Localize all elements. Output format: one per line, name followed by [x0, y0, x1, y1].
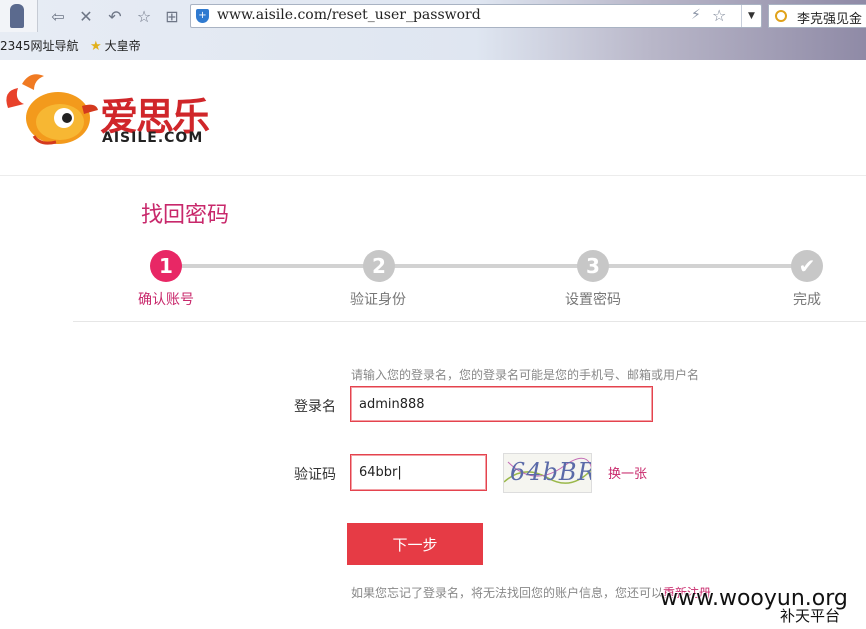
captcha-text: 64bBR — [510, 458, 592, 486]
bookmark-label: 大皇帝 — [104, 39, 141, 53]
step-2-label: 验证身份 — [350, 292, 406, 308]
logo-subtitle: AISILE.COM — [102, 130, 204, 146]
browser-chrome: ⇦ ✕ ↶ ☆ ⊞ + www.aisile.com/reset_user_pa… — [0, 0, 866, 60]
search-text[interactable]: 李克强见金 — [797, 8, 862, 27]
step-4-label: 完成 — [793, 292, 821, 308]
next-step-button[interactable]: 下一步 — [347, 523, 483, 565]
captcha-value: 64bbr — [359, 465, 398, 480]
step-connector — [180, 264, 364, 268]
username-hint: 请输入您的登录名，您的登录名可能是您的手机号、邮箱或用户名 — [351, 368, 700, 382]
footer-note: 如果您忘记了登录名，将无法找回您的账户信息，您还可以重新注册 — [351, 584, 711, 601]
bookmark-label: 2345网址导航 — [0, 39, 79, 53]
captcha-input[interactable]: 64bbr | — [350, 454, 487, 491]
step-1-circle: 1 — [150, 250, 182, 282]
step-3-label: 设置密码 — [565, 292, 621, 308]
undo-icon[interactable]: ↶ — [104, 6, 126, 26]
step-connector — [394, 264, 578, 268]
bird-mascot-icon — [6, 74, 98, 145]
address-url[interactable]: www.aisile.com/reset_user_password — [217, 7, 481, 23]
address-bar[interactable]: + www.aisile.com/reset_user_password ⚡ ☆… — [190, 4, 762, 28]
page-title: 找回密码 — [141, 203, 230, 228]
captcha-label: 验证码 — [294, 467, 336, 483]
lightning-icon[interactable]: ⚡ — [691, 7, 701, 23]
site-logo[interactable]: 爱思乐 AISILE.COM — [0, 66, 252, 148]
bookmark-dahuangdi[interactable]: ★ 大皇帝 — [90, 37, 141, 54]
step-1-label: 确认账号 — [138, 292, 194, 308]
watermark-label: 补天平台 — [780, 607, 841, 625]
bookmark-star-icon[interactable]: ☆ — [712, 6, 726, 25]
bookmark-2345[interactable]: 2345网址导航 — [0, 37, 79, 54]
shield-icon: + — [196, 9, 209, 23]
step-3-circle: 3 — [577, 250, 609, 282]
search-box[interactable]: 李克强见金 — [768, 4, 866, 28]
step-2-circle: 2 — [363, 250, 395, 282]
username-value: admin888 — [359, 396, 425, 412]
step-done-check-icon: ✔ — [791, 250, 823, 282]
captcha-image[interactable]: 64bBR — [503, 453, 592, 493]
grid-icon[interactable]: ⊞ — [161, 6, 183, 26]
tab-favicon[interactable] — [0, 0, 38, 32]
star-icon: ★ — [90, 39, 102, 54]
footer-text: 如果您忘记了登录名，将无法找回您的账户信息，您还可以 — [351, 586, 664, 600]
stop-icon[interactable]: ✕ — [75, 6, 97, 26]
refresh-captcha-link[interactable]: 换一张 — [608, 463, 647, 482]
favorite-star-icon[interactable]: ☆ — [133, 6, 155, 26]
username-label: 登录名 — [294, 399, 336, 415]
username-input[interactable]: admin888 — [350, 386, 653, 422]
back-icon[interactable]: ⇦ — [47, 6, 69, 26]
dropdown-icon[interactable]: ▼ — [741, 5, 761, 27]
step-connector — [608, 264, 792, 268]
divider — [73, 321, 866, 322]
search-icon — [775, 10, 787, 22]
